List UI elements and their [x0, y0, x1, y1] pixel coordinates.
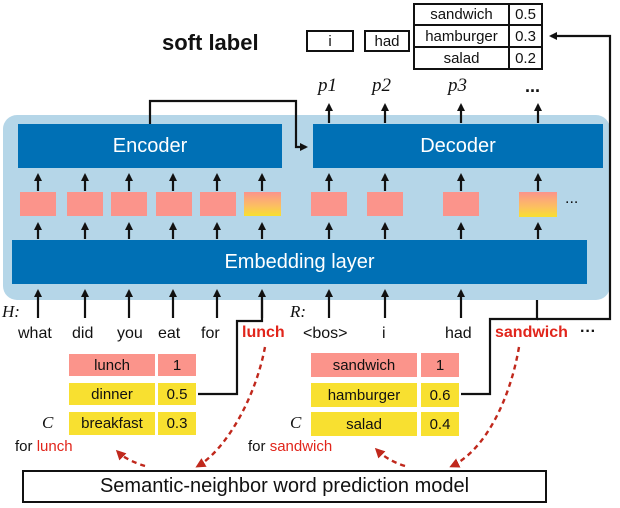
dinner-to-lunch-connector — [198, 300, 264, 396]
model-to-lunch-candidates-dashed-arrow — [115, 449, 146, 468]
encoder-to-decoder-arrow — [148, 99, 308, 151]
connector-layer — [34, 32, 612, 468]
soft-label-feedback-arrow — [537, 32, 612, 321]
model-to-sandwich-candidates-dashed-arrow — [374, 447, 406, 468]
lunch-to-model-dashed-arrow — [195, 346, 267, 468]
sandwich-to-model-dashed-arrow — [449, 346, 521, 468]
hamburger-to-sandwich-connector — [461, 300, 539, 396]
